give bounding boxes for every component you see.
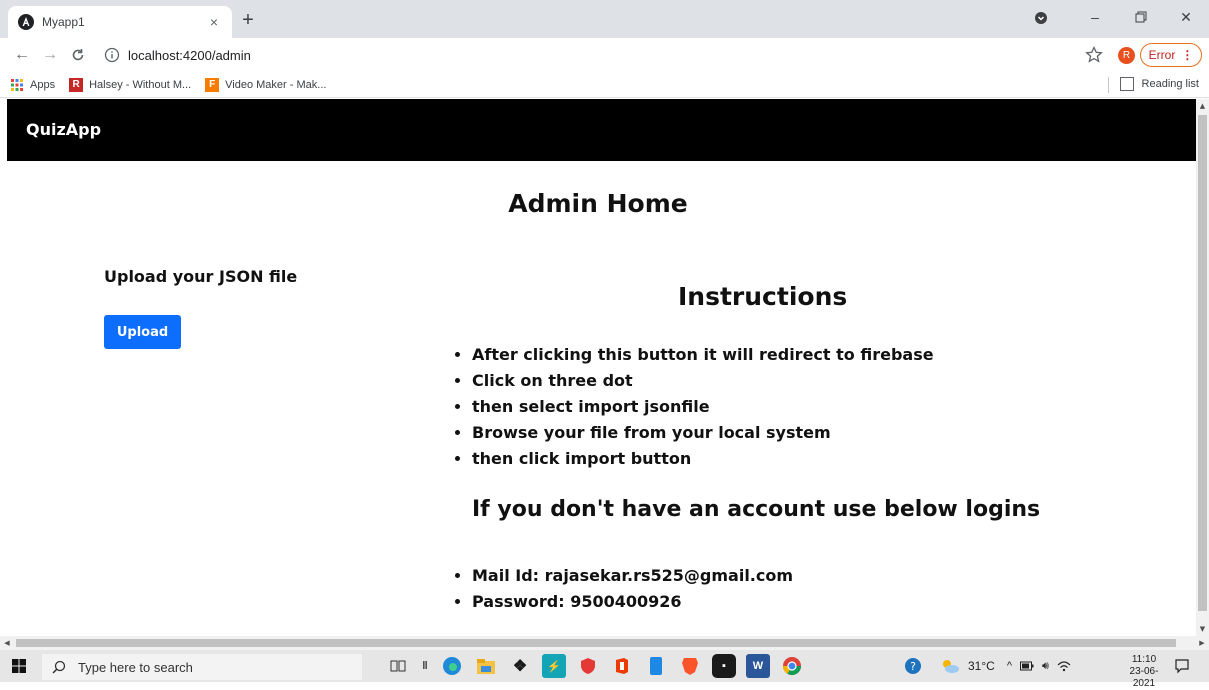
address-bar[interactable]: localhost:4200/admin [104, 41, 1084, 69]
list-item: Mail Id: rajasekar.rs525@gmail.com [472, 563, 793, 589]
help-icon[interactable]: ? [904, 657, 922, 675]
info-icon[interactable] [104, 47, 120, 63]
scroll-down-arrow-icon[interactable]: ▼ [1196, 622, 1209, 636]
browser-toolbar: ← → localhost:4200/admin R Error ⋮ [0, 38, 1209, 72]
horizontal-scrollbar[interactable]: ◀ ▶ [0, 636, 1209, 650]
angular-favicon-icon [18, 14, 34, 30]
bookmarks-divider [1108, 77, 1109, 93]
wifi-icon[interactable] [1057, 660, 1071, 672]
brave-browser-icon[interactable] [678, 654, 702, 678]
list-item: Password: 9500400926 [472, 589, 793, 615]
scroll-up-arrow-icon[interactable]: ▲ [1196, 99, 1209, 113]
windows-start-icon[interactable] [12, 659, 26, 673]
system-tray: ? 31°C ^ 🔊︎ [904, 650, 1071, 682]
close-window-button[interactable]: ✕ [1163, 0, 1209, 34]
app-brand[interactable]: QuizApp [26, 120, 101, 139]
list-item: then click import button [472, 446, 934, 472]
url-text: localhost:4200/admin [128, 47, 251, 63]
back-arrow-icon[interactable]: ← [8, 41, 36, 69]
bookmark-label: Video Maker - Mak... [225, 78, 327, 91]
scroll-left-arrow-icon[interactable]: ◀ [0, 636, 14, 650]
phone-link-icon[interactable] [644, 654, 668, 678]
search-icon [52, 660, 66, 674]
battery-icon[interactable] [1019, 661, 1034, 671]
clock-time: 11:10 [1131, 654, 1157, 665]
f-logo-icon: F [205, 77, 220, 92]
kebab-menu-icon: ⋮ [1181, 48, 1194, 62]
dropbox-icon[interactable]: ❖ [508, 654, 532, 678]
search-placeholder: Type here to search [78, 659, 193, 675]
taskbar-search-box[interactable]: Type here to search [42, 654, 362, 680]
chevron-up-icon[interactable]: ^ [1007, 660, 1012, 672]
bookmarks-bar: Apps R Halsey - Without M... F Video Mak… [0, 72, 1209, 98]
bookmark-star-icon[interactable] [1084, 45, 1104, 65]
reading-list-icon [1119, 77, 1134, 91]
app-navbar: QuizApp [7, 99, 1196, 161]
reading-list-button[interactable]: Reading list [1119, 77, 1199, 91]
list-item: then select import jsonfile [472, 394, 934, 420]
restore-button[interactable] [1118, 0, 1164, 34]
vertical-scroll-thumb[interactable] [1198, 115, 1207, 611]
chrome-icon[interactable] [780, 654, 804, 678]
tab-search-icon[interactable] [1034, 11, 1048, 25]
clock-date: 23-06-2021 [1129, 666, 1159, 689]
scroll-right-arrow-icon[interactable]: ▶ [1195, 636, 1209, 650]
list-item: Browse your file from your local system [472, 420, 934, 446]
page-viewport: QuizApp Admin Home Upload your JSON file… [0, 99, 1196, 636]
file-explorer-icon[interactable] [474, 654, 498, 678]
upload-label: Upload your JSON file [104, 267, 298, 286]
windows-taskbar: Type here to search ‖ ❖ ⚡ ▪ W ? 31°C ^ 🔊… [0, 650, 1209, 689]
bookmark-label: Apps [30, 78, 56, 91]
error-button[interactable]: Error ⋮ [1140, 43, 1202, 67]
error-label: Error [1148, 48, 1176, 62]
weather-icon[interactable] [940, 658, 960, 674]
instructions-list: After clicking this button it will redir… [472, 342, 934, 472]
tab-title: Myapp1 [42, 15, 85, 29]
bookmark-halsey[interactable]: R Halsey - Without M... [69, 77, 192, 92]
svg-text:?: ? [910, 660, 916, 673]
minimize-button[interactable]: – [1072, 0, 1118, 34]
login-list: Mail Id: rajasekar.rs525@gmail.com Passw… [472, 563, 793, 615]
vertical-scrollbar[interactable]: ▲ ▼ [1196, 99, 1209, 636]
bookmark-label: Halsey - Without M... [89, 78, 192, 91]
notification-center-icon[interactable] [1174, 658, 1190, 674]
browser-tab-strip: Myapp1 × + – ✕ [0, 0, 1209, 38]
power-automate-icon[interactable]: ⚡ [542, 654, 566, 678]
shield-app-icon[interactable] [576, 654, 600, 678]
page-title: Admin Home [508, 189, 688, 218]
taskbar-clock[interactable]: 11:10 23-06-2021 [1124, 654, 1164, 690]
terminal-icon[interactable]: ▪ [712, 654, 736, 678]
bookmark-apps[interactable]: Apps [10, 78, 55, 92]
edge-browser-icon[interactable] [440, 654, 464, 678]
reload-icon[interactable] [64, 41, 92, 69]
speaker-icon[interactable]: 🔊︎ [1042, 660, 1049, 673]
upload-button[interactable]: Upload [104, 315, 181, 349]
widgets-divider-icon[interactable]: ‖ [420, 654, 430, 678]
office-icon[interactable] [610, 654, 634, 678]
bookmark-video-maker[interactable]: F Video Maker - Mak... [205, 77, 327, 92]
horizontal-scroll-thumb[interactable] [16, 639, 1176, 647]
reading-list-label: Reading list [1141, 78, 1199, 90]
taskbar-pinned-apps: ‖ ❖ ⚡ ▪ W [386, 654, 804, 678]
task-view-icon[interactable] [386, 654, 410, 678]
r-logo-icon: R [69, 77, 84, 92]
temperature-text[interactable]: 31°C [968, 659, 995, 673]
login-title: If you don't have an account use below l… [472, 497, 1041, 522]
apps-grid-icon [10, 78, 24, 92]
word-icon[interactable]: W [746, 654, 770, 678]
browser-tab[interactable]: Myapp1 × [8, 6, 232, 38]
forward-arrow-icon[interactable]: → [36, 41, 64, 69]
list-item: Click on three dot [472, 368, 934, 394]
profile-avatar[interactable]: R [1118, 47, 1135, 64]
list-item: After clicking this button it will redir… [472, 342, 934, 368]
tab-close-icon[interactable]: × [206, 14, 222, 30]
new-tab-button[interactable]: + [236, 9, 260, 33]
instructions-title: Instructions [678, 282, 848, 311]
